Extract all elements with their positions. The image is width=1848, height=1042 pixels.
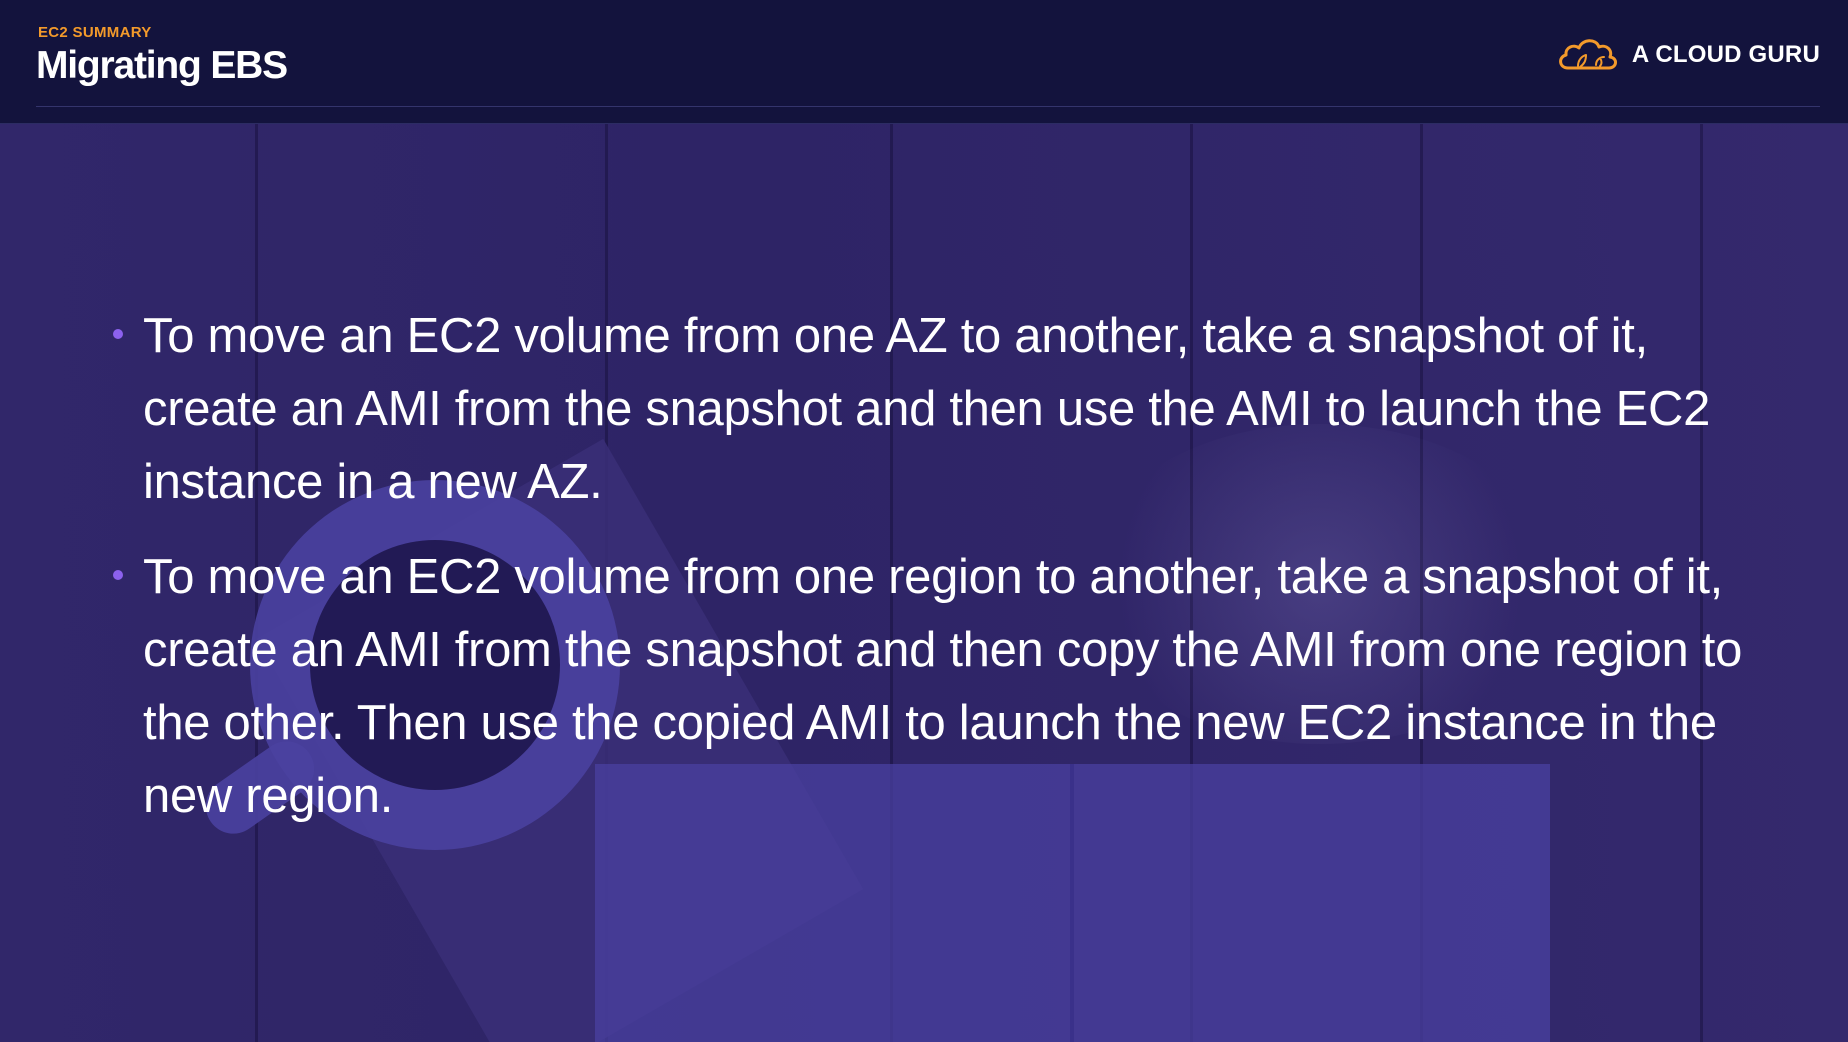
- bullet-text: To move an EC2 volume from one AZ to ano…: [143, 309, 1711, 509]
- cloud-logo-icon: [1558, 39, 1617, 70]
- section-label: EC2 SUMMARY: [38, 24, 152, 41]
- bullet-dot: [113, 570, 123, 580]
- slide-header: EC2 SUMMARY Migrating EBS A CLOUD GURU: [0, 0, 1848, 124]
- bullet-dot: [113, 329, 123, 339]
- brand-logo: A CLOUD GURU: [1556, 36, 1820, 74]
- bullet-list: To move an EC2 volume from one AZ to ano…: [110, 300, 1790, 855]
- header-divider: [36, 106, 1820, 107]
- list-item: To move an EC2 volume from one AZ to ano…: [110, 300, 1790, 519]
- list-item: To move an EC2 volume from one region to…: [110, 541, 1790, 833]
- slide-title: Migrating EBS: [36, 44, 288, 87]
- bullet-text: To move an EC2 volume from one region to…: [143, 550, 1743, 823]
- brand-name: A CLOUD GURU: [1631, 41, 1820, 68]
